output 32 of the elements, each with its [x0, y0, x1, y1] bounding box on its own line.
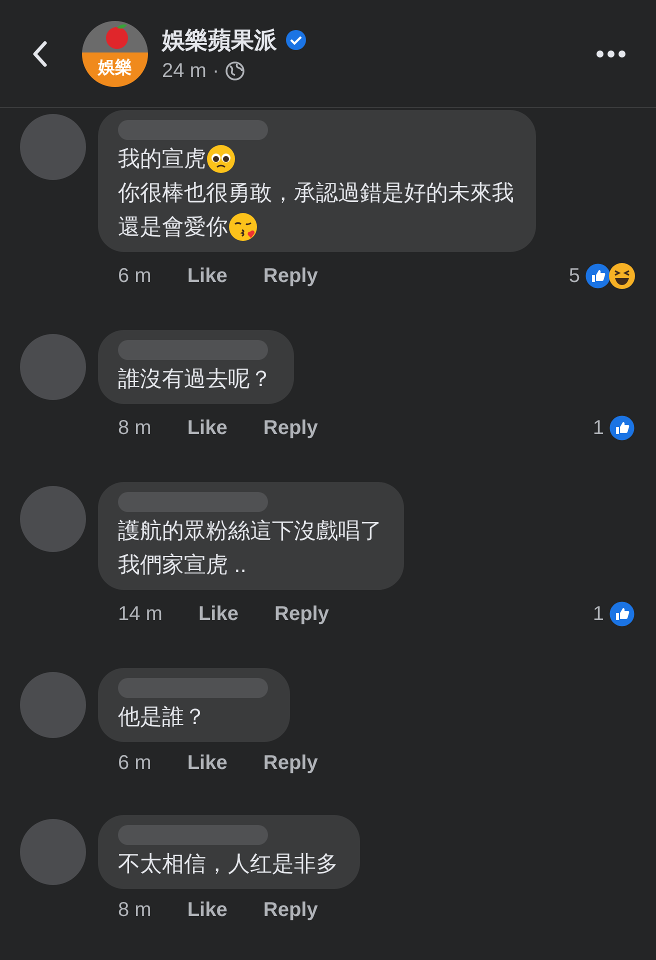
comment-time: 6 m — [118, 264, 152, 288]
like-link[interactable]: Like — [187, 752, 228, 775]
post-time: 24 m — [162, 60, 206, 82]
globe-icon — [225, 61, 246, 81]
reaction-count[interactable]: 1 — [592, 416, 604, 440]
comment-text: 我們家宣虎 .. — [118, 551, 246, 579]
like-link[interactable]: Like — [187, 264, 228, 288]
reply-link[interactable]: Reply — [274, 602, 329, 626]
reaction-count[interactable]: 1 — [592, 602, 604, 626]
comment-text: 我的宣虎 — [118, 145, 206, 173]
back-chevron-icon — [32, 40, 48, 68]
comment-time: 14 m — [118, 602, 162, 626]
reply-link[interactable]: Reply — [263, 899, 318, 922]
more-dots-icon — [596, 50, 626, 58]
page-title[interactable]: 娛樂蘋果派 — [162, 24, 277, 56]
comment-text: 誰沒有過去呢？ — [118, 365, 272, 393]
comment-text: 他是誰？ — [118, 703, 206, 731]
like-link[interactable]: Like — [187, 416, 228, 440]
like-link[interactable]: Like — [198, 602, 238, 626]
comment-text: 還是會愛你 — [118, 213, 228, 241]
comment-text: 不太相信，人红是非多 — [118, 850, 338, 878]
comment-time: 6 m — [118, 752, 152, 775]
reply-link[interactable]: Reply — [263, 752, 318, 775]
comment-text: 護航的眾粉絲這下沒戲唱了 — [118, 517, 382, 545]
reply-link[interactable]: Reply — [263, 416, 318, 440]
comment-time: 8 m — [118, 899, 152, 922]
like-link[interactable]: Like — [187, 899, 228, 922]
separator-dot: · — [212, 60, 220, 82]
reply-link[interactable]: Reply — [263, 264, 318, 288]
comment-time: 8 m — [118, 416, 152, 440]
comment-text: 你很棒也很勇敢，承認過錯是好的未來我 — [118, 179, 514, 207]
reaction-count[interactable]: 5 — [568, 264, 580, 288]
